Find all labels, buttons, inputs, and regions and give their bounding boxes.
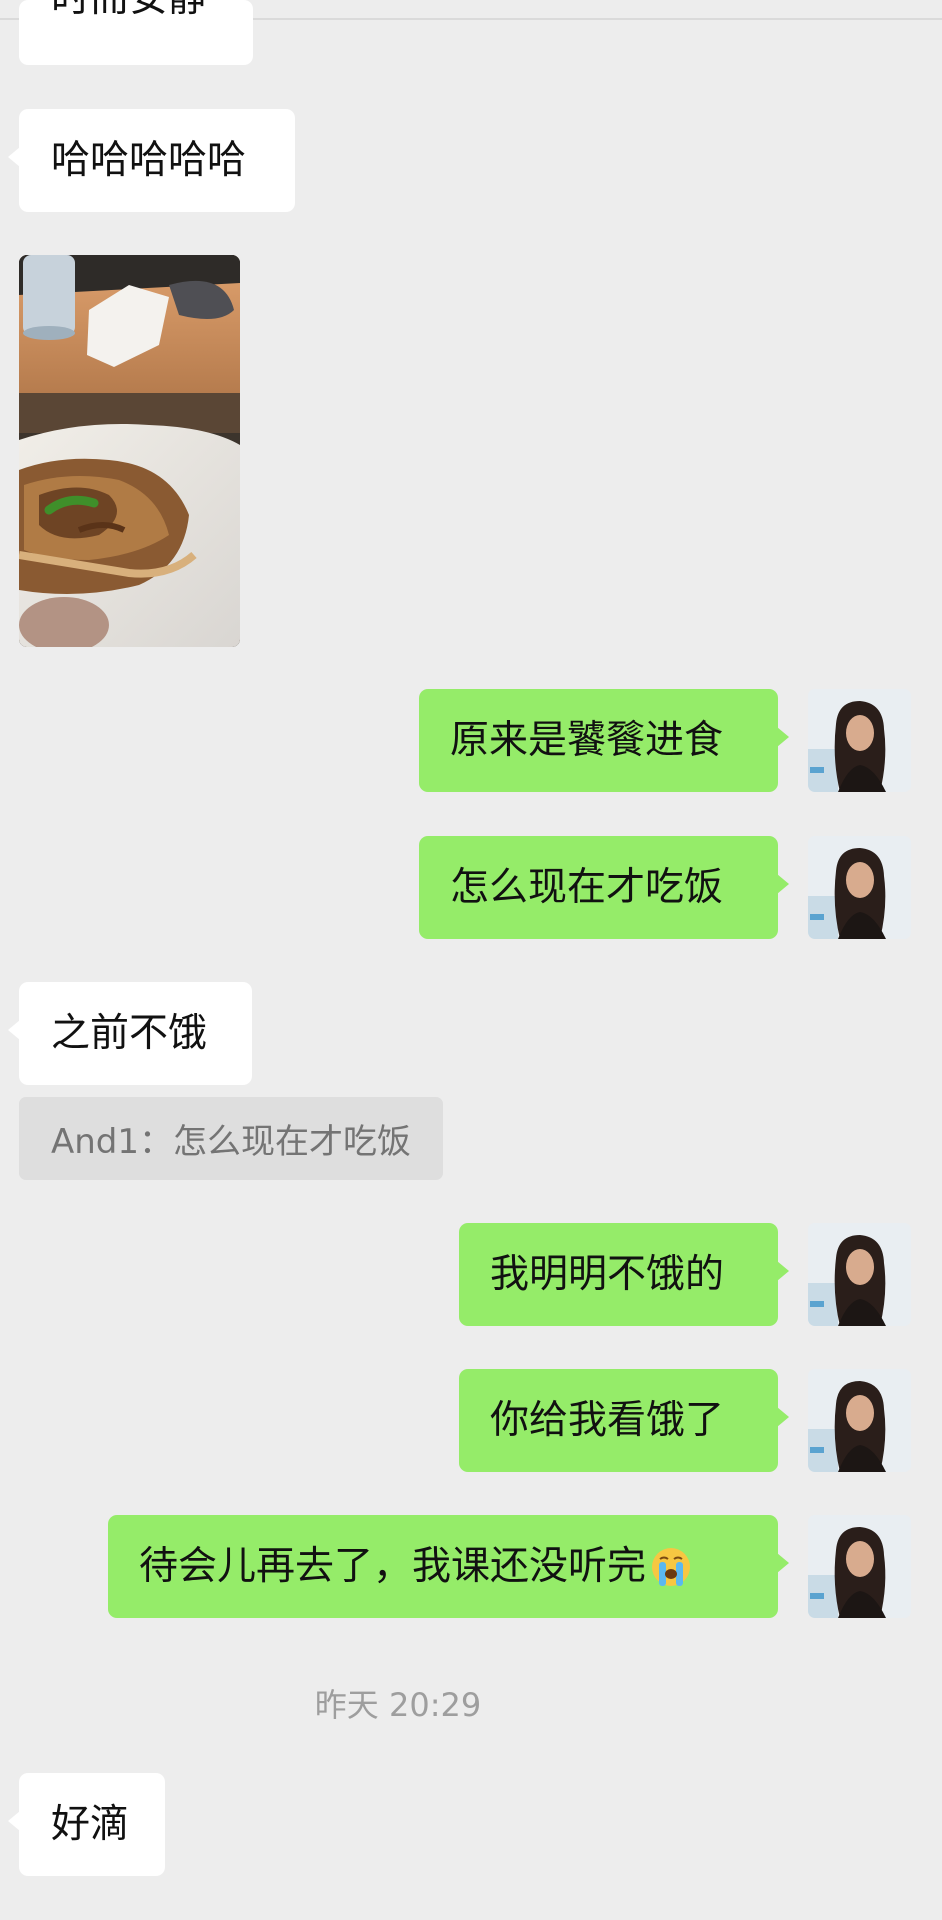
avatar[interactable] [808,689,911,792]
message-text: 时而安静 [51,0,207,18]
user-avatar-image [808,1223,911,1326]
message-bubble-outgoing[interactable]: 怎么现在才吃饭 [419,836,789,939]
message-text: 好滴 [51,1802,130,1847]
user-avatar-image [808,1515,911,1618]
message-text: 我明明不饿的 [490,1252,725,1297]
avatar[interactable] [808,1223,911,1326]
message-text: 待会儿再去了，我课还没听完 [139,1544,647,1589]
food-photo-message[interactable] [19,255,240,647]
message-text: 哈哈哈哈哈 [51,138,247,183]
message-bubble-outgoing[interactable]: 待会儿再去了，我课还没听完 [108,1515,789,1618]
message-bubble-incoming[interactable]: 时而安静 [19,0,253,65]
user-avatar-image [808,836,911,939]
message-bubble-outgoing[interactable]: 原来是饕餮进食 [419,689,789,792]
loudly-crying-face-icon [652,1547,691,1586]
quoted-message-text: And1：怎么现在才吃饭 [51,1122,412,1162]
message-text: 怎么现在才吃饭 [450,865,724,910]
message-bubble-incoming[interactable]: 之前不饿 [8,982,252,1085]
message-text: 原来是饕餮进食 [450,718,724,763]
user-avatar-image [808,1369,911,1472]
message-bubble-outgoing[interactable]: 我明明不饿的 [459,1223,789,1326]
message-bubble-incoming[interactable]: 哈哈哈哈哈 [8,109,295,212]
message-text: 你给我看饿了 [490,1398,725,1443]
message-bubble-incoming[interactable]: 好滴 [8,1773,165,1876]
avatar[interactable] [808,1369,911,1472]
message-bubble-outgoing[interactable]: 你给我看饿了 [459,1369,789,1472]
message-text: 之前不饿 [51,1011,208,1056]
quoted-message[interactable]: And1：怎么现在才吃饭 [19,1097,443,1180]
avatar[interactable] [808,1515,911,1618]
food-photo [19,255,240,647]
timestamp: 昨天 20:29 [314,1686,482,1724]
user-avatar-image [808,689,911,792]
avatar[interactable] [808,836,911,939]
